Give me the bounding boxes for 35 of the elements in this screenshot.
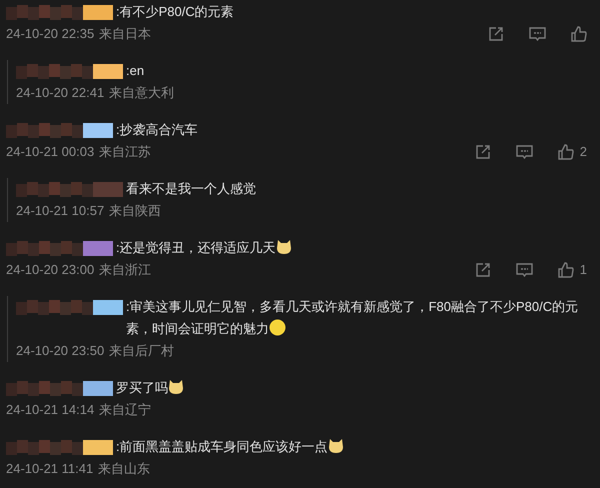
- comment-icon[interactable]: [516, 262, 533, 278]
- location-text: 来自江苏: [99, 143, 152, 162]
- comment-text: :抄袭高合汽车: [116, 122, 198, 137]
- timestamp: 24-10-20 23:00: [6, 261, 94, 280]
- location-text: 来自意大利: [109, 84, 174, 102]
- thumbs-up-icon[interactable]: [558, 262, 574, 278]
- like-count: 1: [580, 261, 587, 280]
- share-icon[interactable]: [488, 26, 504, 42]
- comment-text: :en: [126, 63, 144, 78]
- timestamp: 24-10-20 22:35: [6, 25, 94, 44]
- timestamp: 24-10-21 11:41: [6, 460, 94, 478]
- thumbs-up-icon[interactable]: [558, 144, 574, 160]
- thumbs-up-icon[interactable]: [571, 26, 587, 42]
- timestamp: 24-10-20 22:41: [16, 84, 104, 102]
- comment-text: :审美这事儿见仁见智，多看几天或许就有新感觉了，F80融合了不少P80/C的元素，时间会证明它的魅力: [126, 299, 578, 336]
- like-count: 2: [580, 143, 587, 162]
- timestamp: 24-10-21 10:57: [16, 202, 104, 220]
- comment-icon[interactable]: [529, 26, 546, 42]
- share-icon[interactable]: [474, 144, 491, 160]
- location-text: 来自日本: [99, 25, 152, 44]
- share-icon[interactable]: [474, 262, 491, 278]
- comment-text: 罗买了吗: [116, 380, 168, 395]
- comment-text: :有不少P80/C的元素: [116, 4, 234, 19]
- location-text: 来自浙江: [99, 261, 152, 280]
- timestamp: 24-10-21 14:14: [6, 401, 94, 420]
- location-text: 来自辽宁: [99, 401, 152, 420]
- timestamp: 24-10-20 23:50: [16, 342, 104, 360]
- comment-icon[interactable]: [516, 144, 533, 160]
- comment-text: 看来不是我一个人感觉: [126, 181, 256, 196]
- location-text: 来自陕西: [109, 202, 162, 220]
- location-text: 来自山东: [98, 460, 150, 478]
- comment-text: :还是觉得丑，还得适应几天: [116, 240, 276, 255]
- timestamp: 24-10-21 00:03: [6, 143, 94, 162]
- comment-text: :前面黑盖盖贴成车身同色应该好一点: [116, 439, 328, 454]
- location-text: 来自后厂村: [109, 342, 174, 360]
